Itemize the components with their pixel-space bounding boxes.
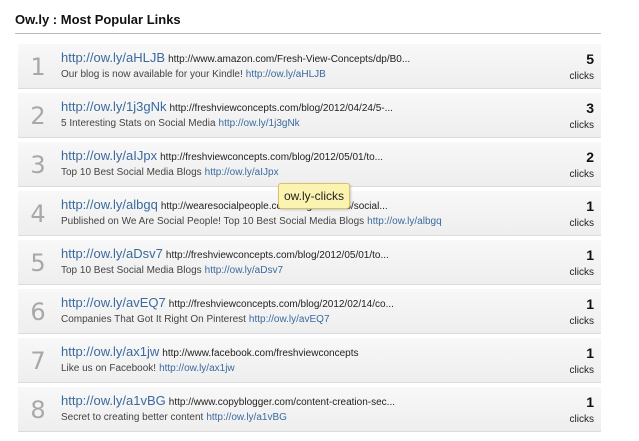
list-item: 3 http://ow.ly/aIJpx http://freshviewconc… (18, 142, 601, 187)
click-count: 1 (586, 394, 594, 410)
click-count-label: clicks (569, 71, 594, 82)
message-text: Companies That Got It Right On Pinterest (61, 314, 246, 325)
list-item: 2 http://ow.ly/1j3gNk http://freshviewcon… (18, 93, 601, 138)
short-link[interactable]: http://ow.ly/a1vBG (61, 393, 166, 408)
click-count: 1 (586, 296, 594, 312)
long-url: http://www.facebook.com/freshviewconcept… (162, 348, 359, 359)
rank-number: 6 (30, 298, 46, 326)
link-line: http://ow.ly/ax1jw http://www.facebook.co… (61, 343, 481, 361)
long-url: http://www.amazon.com/Fresh-View-Concept… (168, 54, 411, 65)
message-text: 5 Interesting Stats on Social Media (61, 118, 216, 129)
list-item: 5 http://ow.ly/aDsv7 http://freshviewconc… (18, 240, 601, 285)
message-link[interactable]: http://ow.ly/1j3gNk (219, 118, 300, 129)
link-line: http://ow.ly/1j3gNk http://freshviewconce… (61, 98, 481, 116)
rank-number: 2 (30, 102, 46, 130)
click-count: 1 (586, 345, 594, 361)
rank-number: 8 (30, 396, 46, 424)
link-line: http://ow.ly/aIJpx http://freshviewconcep… (61, 147, 481, 165)
short-link[interactable]: http://ow.ly/aDsv7 (61, 246, 163, 261)
click-count-label: clicks (569, 316, 594, 327)
rank-number: 4 (30, 200, 46, 228)
rank-number: 5 (30, 249, 46, 277)
rank-number: 3 (30, 151, 46, 179)
message-line: Secret to creating better content http://… (61, 412, 501, 423)
link-line: http://ow.ly/a1vBG http://www.copyblogger… (61, 392, 481, 410)
link-line: http://ow.ly/aDsv7 http://freshviewconcep… (61, 245, 481, 263)
message-line: Like us on Facebook! http://ow.ly/ax1jw (61, 363, 501, 374)
message-text: Top 10 Best Social Media Blogs (61, 265, 202, 276)
click-count: 3 (586, 100, 594, 116)
short-link[interactable]: http://ow.ly/aHLJB (61, 50, 165, 65)
click-count-label: clicks (569, 169, 594, 180)
message-line: Published on We Are Social People! Top 1… (61, 216, 501, 227)
short-link[interactable]: http://ow.ly/aIJpx (61, 148, 157, 163)
long-url: http://www.copyblogger.com/content-creat… (168, 397, 396, 408)
link-line: http://ow.ly/aHLJB http://www.amazon.com/… (61, 49, 481, 67)
message-line: Top 10 Best Social Media Blogs http://ow.… (61, 167, 501, 178)
long-url: http://freshviewconcepts.com/blog/2012/0… (165, 250, 389, 261)
message-link[interactable]: http://ow.ly/avEQ7 (249, 314, 330, 325)
message-link[interactable]: http://ow.ly/a1vBG (206, 412, 287, 423)
message-line: 5 Interesting Stats on Social Media http:… (61, 118, 501, 129)
click-count: 5 (586, 51, 594, 67)
message-text: Secret to creating better content (61, 412, 204, 423)
message-link[interactable]: http://ow.ly/aIJpx (205, 167, 279, 178)
click-count-label: clicks (569, 365, 594, 376)
popular-links-list: 1 http://ow.ly/aHLJB http://www.amazon.co… (18, 44, 601, 436)
rank-number: 7 (30, 347, 46, 375)
message-text: Top 10 Best Social Media Blogs (61, 167, 202, 178)
link-line: http://ow.ly/avEQ7 http://freshviewconcep… (61, 294, 481, 312)
chart-tooltip: ow.ly-clicks (278, 183, 350, 209)
long-url: http://freshviewconcepts.com/blog/2012/0… (160, 152, 384, 163)
message-text: Like us on Facebook! (61, 363, 157, 374)
click-count: 1 (586, 198, 594, 214)
message-text: Our blog is now available for your Kindl… (61, 69, 243, 80)
message-link[interactable]: http://ow.ly/aHLJB (246, 69, 326, 80)
long-url: http://freshviewconcepts.com/blog/2012/0… (168, 299, 394, 310)
click-count: 2 (586, 149, 594, 165)
list-item: 1 http://ow.ly/aHLJB http://www.amazon.co… (18, 44, 601, 89)
click-count-label: clicks (569, 218, 594, 229)
list-item: 6 http://ow.ly/avEQ7 http://freshviewconc… (18, 289, 601, 334)
click-count-label: clicks (569, 414, 594, 425)
click-count: 1 (586, 247, 594, 263)
click-count-label: clicks (569, 267, 594, 278)
short-link[interactable]: http://ow.ly/ax1jw (61, 344, 159, 359)
click-count-label: clicks (569, 120, 594, 131)
short-link[interactable]: http://ow.ly/avEQ7 (61, 295, 166, 310)
link-line: http://ow.ly/albgq http://wearesocialpeop… (61, 196, 481, 214)
rank-number: 1 (30, 53, 46, 81)
long-url: http://wearesocialpeople.com/blog/2012/0… (160, 201, 388, 212)
list-item: 8 http://ow.ly/a1vBG http://www.copyblogg… (18, 387, 601, 432)
message-line: Companies That Got It Right On Pinterest… (61, 314, 501, 325)
message-link[interactable]: http://ow.ly/albgq (367, 216, 442, 227)
message-link[interactable]: http://ow.ly/aDsv7 (205, 265, 283, 276)
short-link[interactable]: http://ow.ly/1j3gNk (61, 99, 167, 114)
message-text: Published on We Are Social People! Top 1… (61, 216, 365, 227)
message-line: Our blog is now available for your Kindl… (61, 69, 501, 80)
panel-title: Ow.ly : Most Popular Links (15, 12, 181, 27)
title-divider (15, 33, 601, 34)
message-line: Top 10 Best Social Media Blogs http://ow.… (61, 265, 501, 276)
message-link[interactable]: http://ow.ly/ax1jw (159, 363, 235, 374)
long-url: http://freshviewconcepts.com/blog/2012/0… (169, 103, 393, 114)
list-item: 7 http://ow.ly/ax1jw http://www.facebook.… (18, 338, 601, 383)
short-link[interactable]: http://ow.ly/albgq (61, 197, 158, 212)
